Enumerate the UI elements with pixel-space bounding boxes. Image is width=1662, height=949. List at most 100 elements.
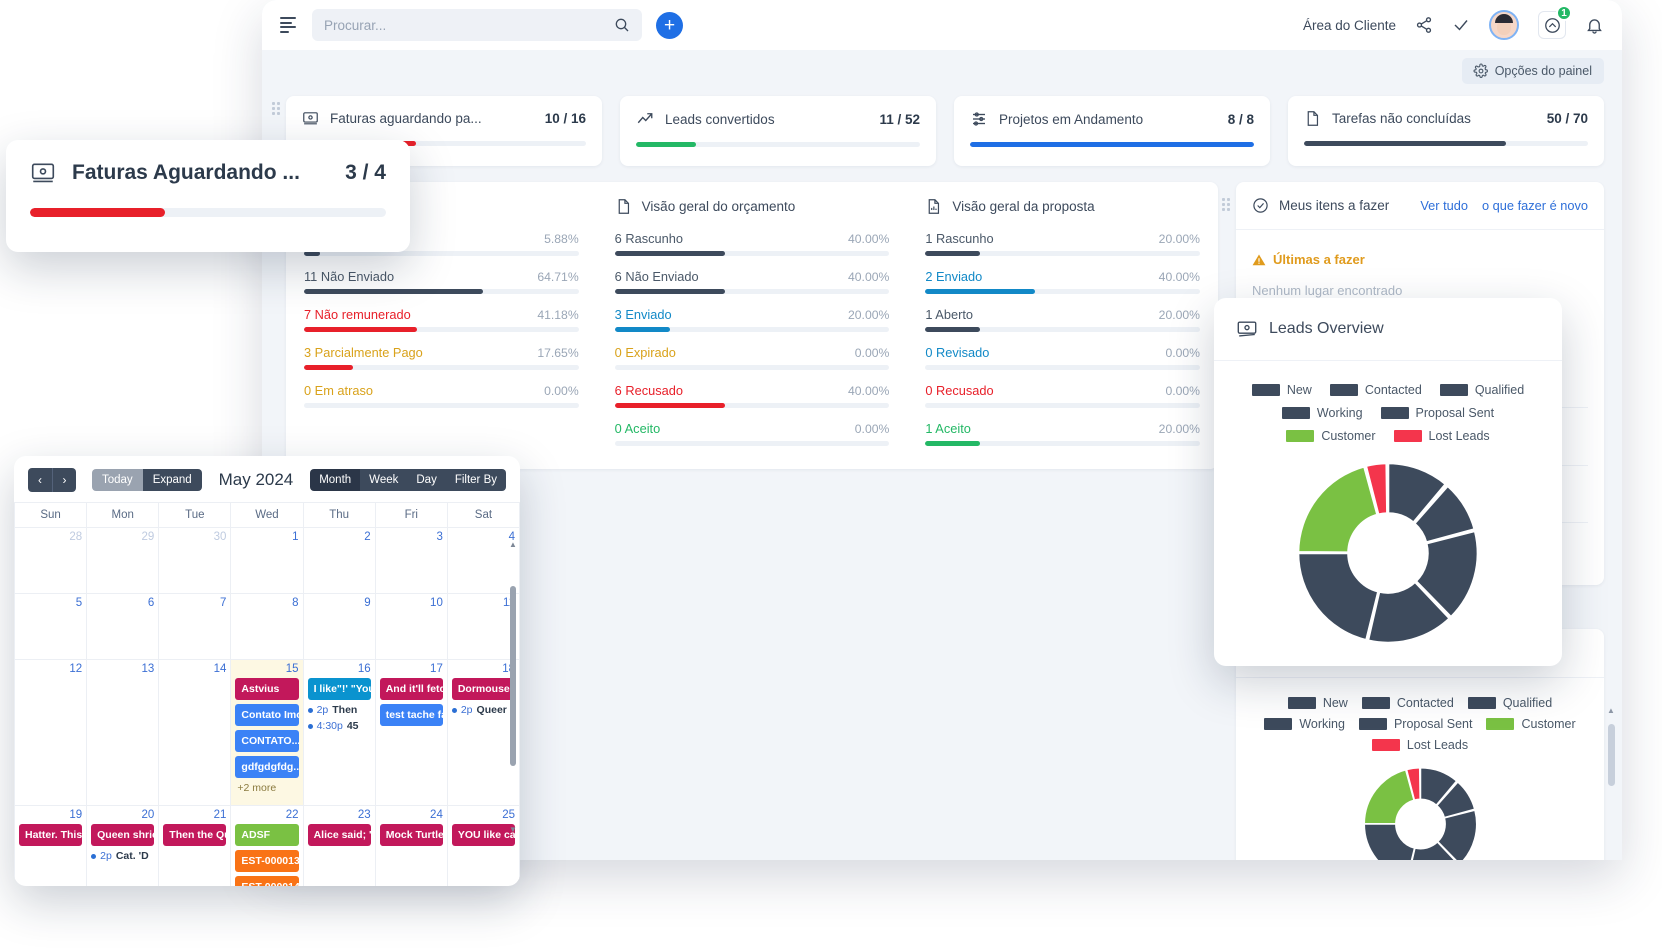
calendar-view-week[interactable]: Week <box>360 469 408 491</box>
scroll-down-arrow[interactable]: ▼ <box>509 825 517 834</box>
global-search[interactable] <box>312 9 642 41</box>
calendar-day[interactable]: 19 Hatter. This <box>14 805 88 886</box>
calendar-today-button[interactable]: Today <box>92 469 143 491</box>
scrollbar-thumb[interactable] <box>510 586 516 766</box>
calendar-event[interactable]: Alice said; '1 <box>307 824 371 846</box>
share-icon[interactable] <box>1415 16 1433 34</box>
calendar-day[interactable]: 5 <box>14 593 88 660</box>
calendar-event[interactable]: Then the Qu <box>163 824 227 846</box>
calendar-event[interactable]: EST-000013 <box>235 850 299 872</box>
calendar-more-link[interactable]: +2 more <box>235 782 298 794</box>
calendar-event[interactable]: Astvius <box>235 678 299 700</box>
calendar-event-timed[interactable]: 4:30p 45 <box>307 720 371 732</box>
panel-options-button[interactable]: Opções do painel <box>1461 58 1604 84</box>
calendar-day[interactable]: 9 <box>302 593 376 660</box>
floating-calendar-card: ‹ › Today Expand May 2024 Month Week Day… <box>14 456 520 886</box>
calendar-filter-by[interactable]: Filter By <box>445 469 506 491</box>
calendar-event[interactable]: ADSF <box>235 824 299 846</box>
calendar-event[interactable]: And it'll fetc <box>379 678 443 700</box>
calendar-event[interactable]: YOU like cat <box>451 824 515 846</box>
calendar-day-number: 30 <box>213 531 227 543</box>
scrollbar-thumb[interactable] <box>1608 724 1615 786</box>
calendar-day[interactable]: 17 And it'll fetc test tache fa <box>374 659 448 806</box>
scroll-up-arrow[interactable]: ▲ <box>1607 706 1615 715</box>
todo-view-all-link[interactable]: Ver tudo <box>1420 198 1468 213</box>
calendar-event-timed[interactable]: 2p Queer <box>451 704 515 716</box>
calendar-event[interactable]: Dormouse i <box>451 678 515 700</box>
calendar-day-number: 14 <box>213 663 227 675</box>
calendar-day[interactable]: 21 Then the Qu <box>158 805 232 886</box>
calendar-day[interactable]: 8 <box>230 593 304 660</box>
calendar-event[interactable]: Hatter. This <box>19 824 83 846</box>
bell-icon[interactable] <box>1585 16 1604 35</box>
calendar-event[interactable]: test tache fa <box>379 704 443 726</box>
client-area-link[interactable]: Área do Cliente <box>1303 18 1396 33</box>
calendar-day[interactable]: 24 Mock Turtle <box>374 805 448 886</box>
floating-leads-card: Leads Overview New Contacted Qualified W… <box>1214 298 1562 666</box>
calendar-day[interactable]: 28 <box>14 527 88 594</box>
calendar-day[interactable]: 30 <box>158 527 232 594</box>
drag-handle-icon[interactable] <box>1222 198 1231 211</box>
calendar-event[interactable]: Queen shrie <box>91 824 155 846</box>
calendar-day-today[interactable]: 15 Astvius Contato Imo CONTATO... gdfgdg… <box>230 659 304 806</box>
floating-donut-wrap <box>1214 447 1562 649</box>
calendar-day[interactable]: 13 <box>86 659 160 806</box>
calendar-view-month[interactable]: Month <box>310 469 361 491</box>
legend-item: Contacted <box>1329 383 1422 397</box>
search-input[interactable] <box>324 17 614 33</box>
todo-new-link[interactable]: o que fazer é novo <box>1482 198 1588 213</box>
calendar-prev-button[interactable]: ‹ <box>28 468 52 492</box>
avatar[interactable] <box>1489 10 1519 40</box>
legend-item: Proposal Sent <box>1380 406 1494 420</box>
event-text: 45 <box>346 720 359 732</box>
calendar-day[interactable]: 10 <box>374 593 448 660</box>
overview-item: 3 Enviado 20.00% <box>614 307 890 332</box>
stat-card[interactable]: Projetos em Andamento 8 / 8 <box>954 96 1270 166</box>
legend-label: Qualified <box>1502 696 1553 711</box>
calendar-event[interactable]: CONTATO... <box>235 730 299 752</box>
calendar-day[interactable]: 7 <box>158 593 232 660</box>
calendar-scrollbar[interactable]: ▲ ▼ <box>509 540 517 834</box>
legend-item: Lost Leads <box>1393 429 1490 443</box>
calendar-day[interactable]: 23 Alice said; '1 <box>302 805 376 886</box>
calendar-day[interactable]: 22 ADSF EST-000013 EST-000014 <box>230 805 304 886</box>
calendar-day[interactable]: 14 <box>158 659 232 806</box>
calendar-day-number: 22 <box>285 809 299 821</box>
legend-item: Customer <box>1486 717 1576 731</box>
overview-item-percent: 40.00% <box>1158 270 1201 284</box>
add-button[interactable]: + <box>656 11 683 39</box>
calendar-view-day[interactable]: Day <box>407 469 446 491</box>
overview-item: 6 Não Enviado 40.00% <box>614 269 890 294</box>
legend-label: Qualified <box>1474 383 1525 397</box>
calendar-day[interactable]: 16 I like"!' "You 2p Then 4:30p 45 <box>302 659 376 806</box>
scroll-up-arrow[interactable]: ▲ <box>509 540 517 549</box>
drag-handle-icon[interactable] <box>272 102 281 115</box>
calendar-event[interactable]: Contato Imo <box>235 704 299 726</box>
calendar-day-number: 2 <box>364 531 371 543</box>
stat-card[interactable]: Tarefas não concluídas 50 / 70 <box>1288 96 1604 166</box>
calendar-day[interactable]: 2 <box>302 527 376 594</box>
calendar-event[interactable]: EST-000014 <box>235 876 299 886</box>
calendar-toolbar: ‹ › Today Expand May 2024 Month Week Day… <box>14 456 520 502</box>
expand-toggle-button[interactable]: 1 <box>1538 5 1572 39</box>
calendar-expand-button[interactable]: Expand <box>142 469 202 491</box>
overview-item-percent: 41.18% <box>537 308 579 322</box>
calendar-day[interactable]: 3 <box>374 527 448 594</box>
calendar-day[interactable]: 12 <box>14 659 88 806</box>
calendar-event[interactable]: I like"!' "You <box>307 678 371 700</box>
calendar-day-number: 24 <box>430 809 443 821</box>
calendar-next-button[interactable]: › <box>52 468 76 492</box>
calendar-event[interactable]: gdfgdgfdg... <box>235 756 299 778</box>
calendar-day[interactable]: 20 Queen shrie 2p Cat. 'D <box>86 805 160 886</box>
menu-toggle-icon[interactable] <box>280 17 298 33</box>
calendar-day[interactable]: 1 <box>230 527 304 594</box>
donut-chart[interactable] <box>1292 457 1484 649</box>
calendar-day[interactable]: 6 <box>86 593 160 660</box>
calendar-event[interactable]: Mock Turtle <box>379 824 443 846</box>
main-scrollbar[interactable]: ▲ <box>1607 706 1616 860</box>
calendar-event-timed[interactable]: 2p Then <box>307 704 371 716</box>
calendar-day[interactable]: 29 <box>86 527 160 594</box>
check-icon[interactable] <box>1452 16 1470 34</box>
stat-card[interactable]: Leads convertidos 11 / 52 <box>620 96 936 166</box>
calendar-event-timed[interactable]: 2p Cat. 'D <box>91 850 154 862</box>
